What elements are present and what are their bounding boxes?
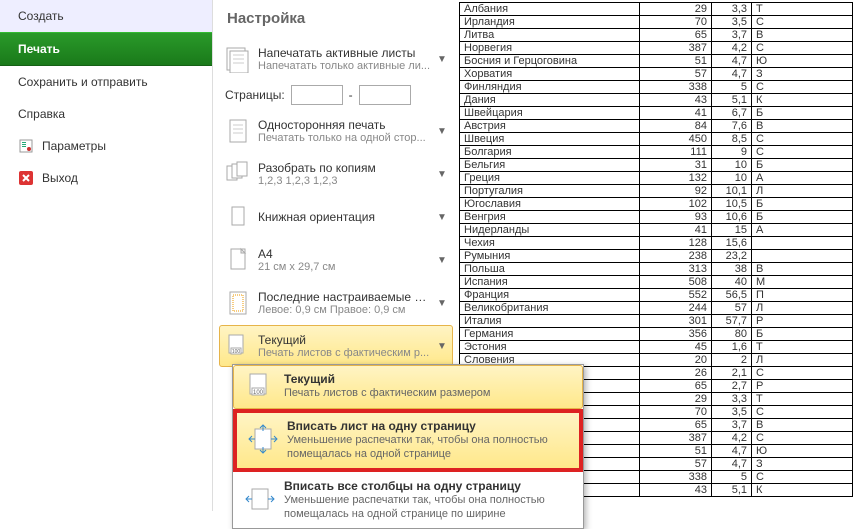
table-row: Португалия9210,1Л	[460, 185, 853, 198]
chevron-down-icon: ▼	[434, 255, 450, 266]
table-row: Ирландия703,5С	[460, 16, 853, 29]
option-collate[interactable]: Разобрать по копиям 1,2,3 1,2,3 1,2,3 ▼	[219, 153, 453, 195]
portrait-icon	[222, 199, 254, 235]
table-row: Хорватия574,7З	[460, 68, 853, 81]
chevron-down-icon: ▼	[434, 341, 450, 352]
dd-title: Вписать все столбцы на одну страницу	[284, 479, 572, 493]
table-row: Франция55256,5П	[460, 289, 853, 302]
option-print-active[interactable]: Напечатать активные листы Напечатать тол…	[219, 38, 453, 80]
sidebar-exit[interactable]: Выход	[0, 162, 212, 194]
chevron-down-icon: ▼	[434, 298, 450, 309]
sidebar-exit-label: Выход	[42, 171, 78, 185]
table-row: Чехия12815,6	[460, 237, 853, 250]
table-row: Австрия847,6В	[460, 120, 853, 133]
table-row: Великобритания24457Л	[460, 302, 853, 315]
dd-title: Вписать лист на одну страницу	[287, 419, 569, 433]
sidebar-help[interactable]: Справка	[0, 98, 212, 130]
table-row: Дания435,1К	[460, 94, 853, 107]
table-row: Югославия10210,5Б	[460, 198, 853, 211]
section-title: Настройка	[217, 4, 455, 37]
fit-columns-icon	[240, 477, 280, 524]
option-one-sided[interactable]: Односторонняя печать Печатать только на …	[219, 110, 453, 152]
table-row: Босния и Герцоговина514,7Ю	[460, 55, 853, 68]
svg-text:100: 100	[253, 390, 264, 396]
table-row: Греция13210А	[460, 172, 853, 185]
collate-icon	[222, 156, 254, 192]
option-scaling[interactable]: 100 Текущий Печать листов с фактическим …	[219, 325, 453, 367]
dd-fit-page[interactable]: Вписать лист на одну страницу Уменьшение…	[233, 409, 583, 472]
scaling-icon: 100	[240, 370, 280, 404]
page-icon	[222, 113, 254, 149]
sidebar-print[interactable]: Печать	[0, 32, 212, 66]
option-paper[interactable]: A4 21 см x 29,7 см ▼	[219, 239, 453, 281]
scaling-icon: 100	[222, 328, 254, 364]
page-from-input[interactable]	[291, 85, 343, 105]
sidebar-options-label: Параметры	[42, 139, 106, 153]
dd-current[interactable]: 100 Текущий Печать листов с фактическим …	[233, 365, 583, 409]
option-title: Напечатать активные листы	[258, 46, 430, 60]
scaling-dropdown: 100 Текущий Печать листов с фактическим …	[232, 364, 584, 529]
table-row: Бельгия3110Б	[460, 159, 853, 172]
option-title: A4	[258, 247, 430, 261]
exit-icon	[18, 170, 34, 186]
chevron-down-icon: ▼	[434, 169, 450, 180]
dd-fit-columns[interactable]: Вписать все столбцы на одну страницу Уме…	[233, 472, 583, 529]
dd-sub: Печать листов с фактическим размером	[284, 386, 572, 400]
options-icon	[18, 138, 34, 154]
table-row: Нидерланды4115А	[460, 224, 853, 237]
chevron-down-icon: ▼	[434, 126, 450, 137]
sidebar-save-send[interactable]: Сохранить и отправить	[0, 66, 212, 98]
table-row: Италия30157,7Р	[460, 315, 853, 328]
table-row: Эстония451,6Т	[460, 341, 853, 354]
table-row: Финляндия3385С	[460, 81, 853, 94]
table-row: Испания50840М	[460, 276, 853, 289]
option-sub: Печать листов с фактическим р...	[258, 347, 430, 359]
table-row: Албания293,3Т	[460, 3, 853, 16]
page-to-input[interactable]	[359, 85, 411, 105]
option-sub: Левое: 0,9 см Правое: 0,9 см	[258, 304, 430, 316]
sheets-icon	[222, 41, 254, 77]
option-title: Последние настраиваемые поля	[258, 290, 430, 304]
table-row: Швеция4508,5С	[460, 133, 853, 146]
margins-icon	[222, 285, 254, 321]
option-title: Текущий	[258, 333, 430, 347]
sidebar-create[interactable]: Создать	[0, 0, 212, 32]
table-row: Польша31338В	[460, 263, 853, 276]
pages-label: Страницы:	[225, 88, 285, 102]
fit-page-icon	[243, 417, 283, 464]
table-row: Швейцария416,7Б	[460, 107, 853, 120]
table-row: Норвегия3874,2С	[460, 42, 853, 55]
option-sub: Печатать только на одной стор...	[258, 132, 430, 144]
table-row: Германия35680Б	[460, 328, 853, 341]
chevron-down-icon: ▼	[434, 212, 450, 223]
table-row: Венгрия9310,6Б	[460, 211, 853, 224]
dd-title: Текущий	[284, 372, 572, 386]
option-margins[interactable]: Последние настраиваемые поля Левое: 0,9 …	[219, 282, 453, 324]
option-sub: Напечатать только активные ли...	[258, 60, 430, 72]
option-title: Книжная ориентация	[258, 210, 430, 224]
sidebar-options[interactable]: Параметры	[0, 130, 212, 162]
table-row: Литва653,7В	[460, 29, 853, 42]
dd-sub: Уменьшение распечатки так, чтобы она пол…	[287, 433, 569, 462]
option-sub: 21 см x 29,7 см	[258, 261, 430, 273]
table-row: Румыния23823,2	[460, 250, 853, 263]
table-row: Болгария1119С	[460, 146, 853, 159]
option-title: Разобрать по копиям	[258, 161, 430, 175]
svg-text:100: 100	[232, 349, 241, 355]
chevron-down-icon: ▼	[434, 54, 450, 65]
option-orientation[interactable]: Книжная ориентация ▼	[219, 196, 453, 238]
dd-sub: Уменьшение распечатки так, чтобы она пол…	[284, 493, 572, 522]
paper-icon	[222, 242, 254, 278]
option-sub: 1,2,3 1,2,3 1,2,3	[258, 175, 430, 187]
option-title: Односторонняя печать	[258, 118, 430, 132]
